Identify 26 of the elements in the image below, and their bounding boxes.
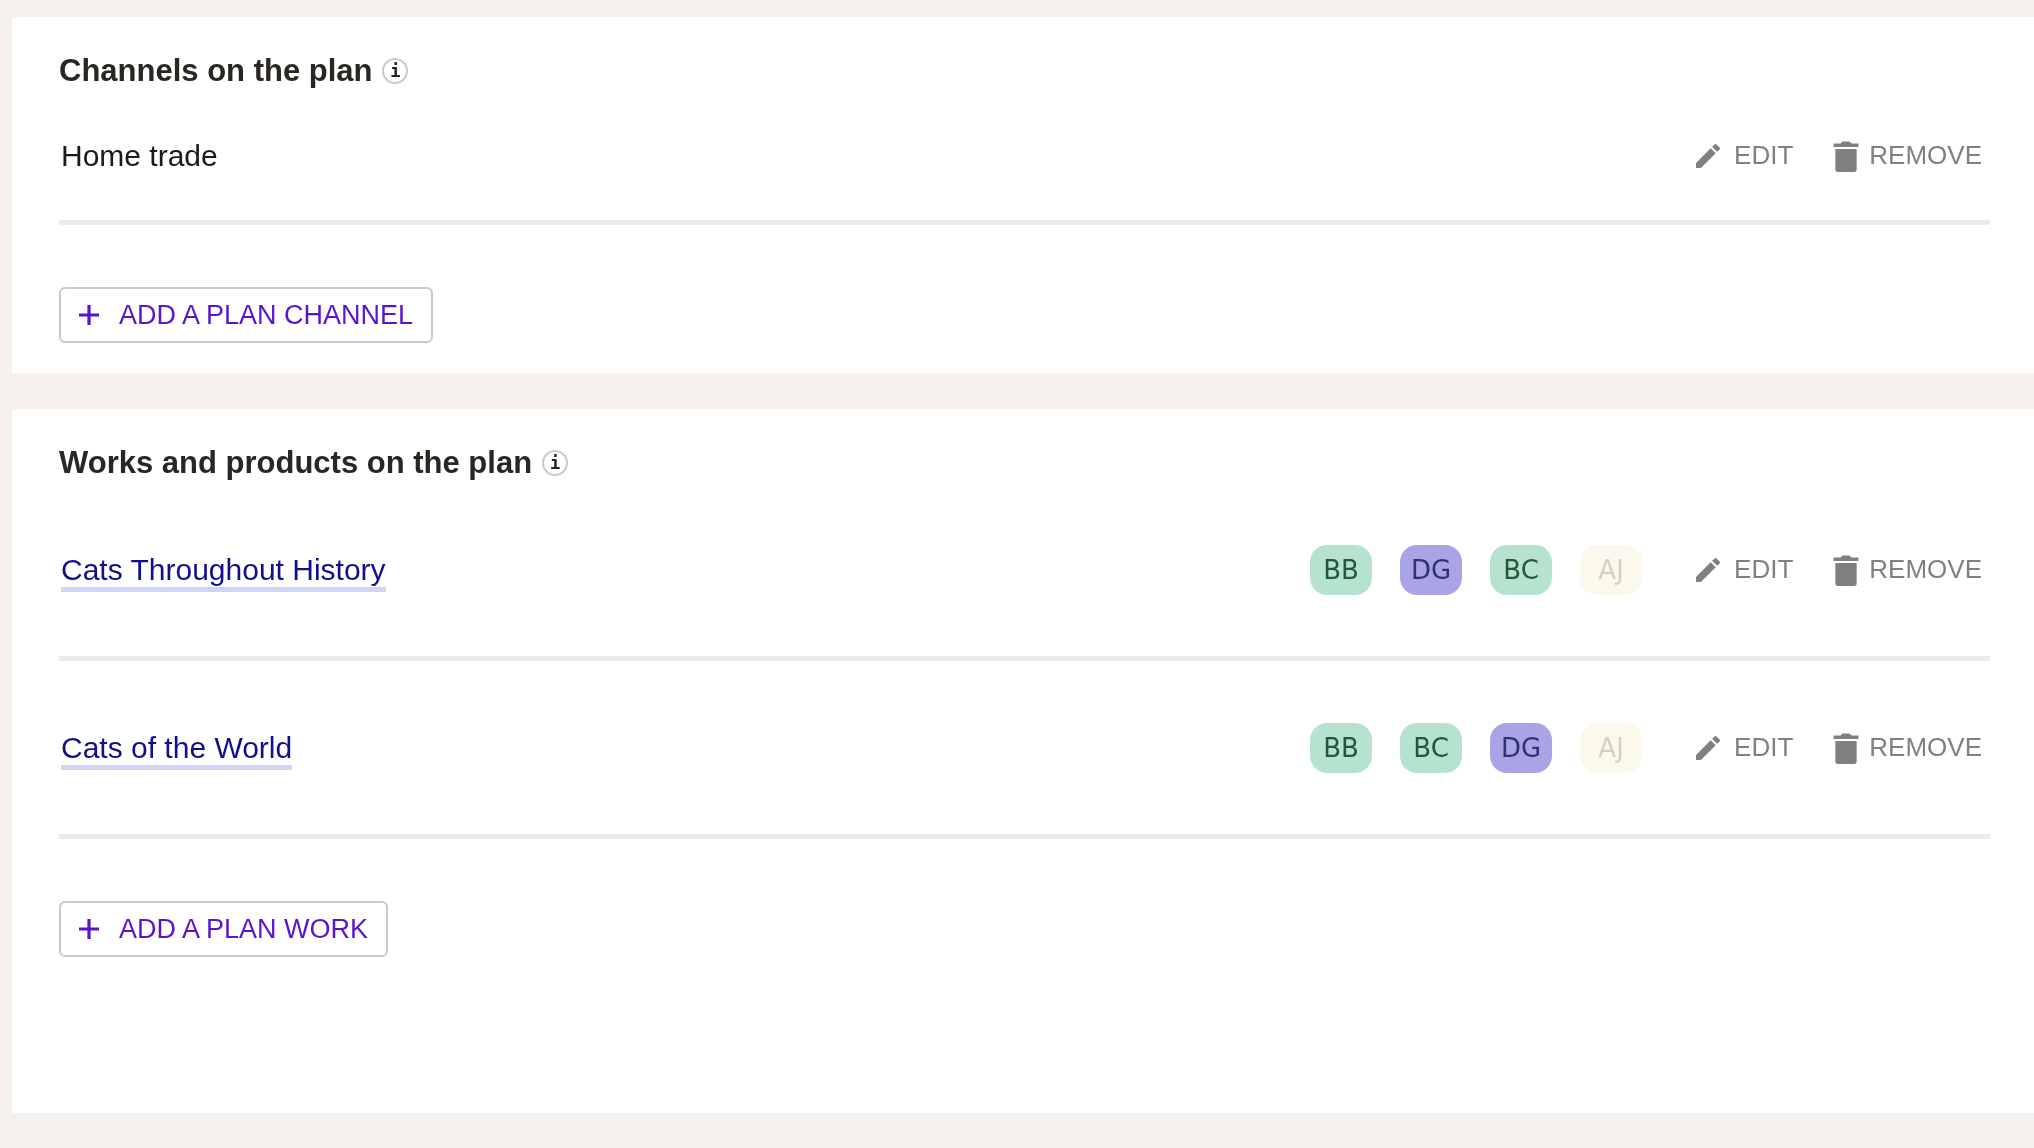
remove-button[interactable]: REMOVE xyxy=(1827,135,1988,176)
plus-icon xyxy=(77,917,101,941)
plus-icon xyxy=(77,303,101,327)
section-title: Channels on the plan xyxy=(59,53,373,89)
item-link[interactable]: Cats Throughout History xyxy=(61,552,386,592)
item-label: Home trade xyxy=(61,138,219,173)
trash-icon xyxy=(1833,553,1860,586)
trash-icon xyxy=(1833,139,1860,172)
initials-badge: BC xyxy=(1490,544,1553,595)
edit-button[interactable]: EDIT xyxy=(1686,727,1800,768)
info-icon[interactable]: i xyxy=(382,58,409,84)
add-button[interactable]: ADD A PLAN CHANNEL xyxy=(59,287,434,343)
item-link[interactable]: Cats of the World xyxy=(61,730,293,770)
info-icon[interactable]: i xyxy=(542,450,569,476)
initials-badge: BB xyxy=(1310,722,1373,773)
trash-icon xyxy=(1833,731,1860,764)
remove-button[interactable]: REMOVE xyxy=(1827,549,1988,590)
add-button[interactable]: ADD A PLAN WORK xyxy=(59,901,389,957)
initials-badge: BB xyxy=(1310,544,1373,595)
initials-badge: DG xyxy=(1490,722,1553,773)
initials-badge: BC xyxy=(1400,722,1463,773)
edit-button[interactable]: EDIT xyxy=(1686,135,1800,176)
edit-button[interactable]: EDIT xyxy=(1686,549,1800,590)
initials-badge: DG xyxy=(1400,544,1463,595)
remove-button[interactable]: REMOVE xyxy=(1827,727,1988,768)
section-title: Works and products on the plan xyxy=(59,445,533,481)
